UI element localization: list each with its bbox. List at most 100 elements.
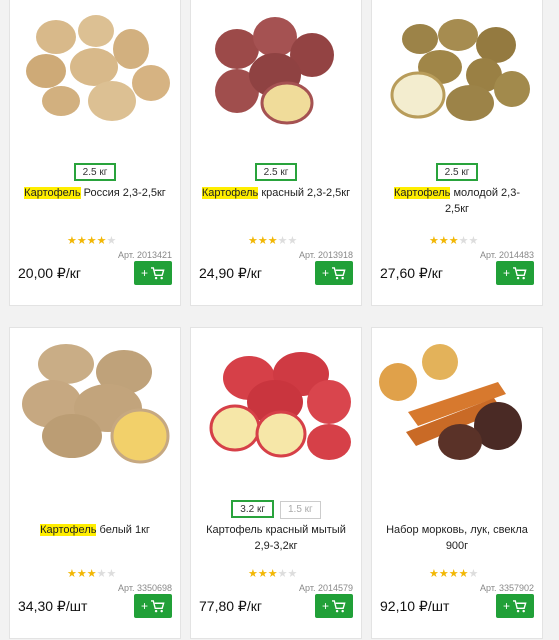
weight-option[interactable]: 1.5 кг: [280, 501, 321, 519]
product-price: 24,90 ₽/кг: [199, 265, 262, 281]
product-title-text: Набор морковь, лук, свекла 900г: [386, 524, 528, 552]
star-icon: ★: [267, 235, 278, 247]
cart-icon: [151, 599, 165, 612]
star-icon: ★: [277, 235, 288, 247]
search-highlight: Картофель: [201, 187, 259, 199]
rating-stars: ★★★★★: [429, 234, 478, 247]
product-title[interactable]: Картофель молодой 2,3-2,5кг: [382, 185, 532, 217]
weight-option[interactable]: 3.2 кг: [231, 500, 274, 518]
weight-option[interactable]: 2.5 кг: [73, 163, 117, 181]
add-label: +: [321, 599, 329, 613]
star-icon: ★: [429, 568, 439, 580]
product-title-text: Россия 2,3-2,5кг: [80, 187, 166, 199]
star-icon: ★: [67, 568, 77, 580]
star-icon: ★: [448, 235, 459, 247]
add-to-cart-button[interactable]: +: [134, 594, 172, 618]
product-price: 77,80 ₽/кг: [199, 598, 262, 614]
add-to-cart-button[interactable]: +: [315, 261, 353, 285]
star-icon: ★: [438, 568, 449, 580]
rating-stars: ★★★★★: [67, 567, 116, 580]
product-title[interactable]: Картофель белый 1кг: [20, 522, 170, 538]
product-sku: Арт. 3350698: [118, 583, 172, 593]
weight-options: 2.5 кг: [372, 163, 542, 181]
product-image[interactable]: [378, 342, 536, 464]
search-highlight: Картофель: [24, 187, 81, 199]
search-highlight: Картофель: [40, 524, 97, 536]
product-title[interactable]: Набор морковь, лук, свекла 900г: [382, 522, 532, 554]
star-icon: ★: [458, 568, 469, 580]
star-icon: ★: [257, 235, 268, 247]
product-sku: Арт. 3357902: [480, 583, 534, 593]
product-sku: Арт. 2013918: [299, 250, 353, 260]
weight-options: 3.2 кг 1.5 кг: [191, 500, 361, 519]
star-icon: ★: [106, 568, 117, 580]
star-icon: ★: [86, 568, 97, 580]
star-icon: ★: [468, 568, 479, 580]
weight-options: 2.5 кг: [10, 163, 180, 181]
product-card: Картофель белый 1кг ★★★★★ Арт. 3350698 3…: [9, 327, 181, 639]
cart-icon: [332, 266, 346, 279]
star-icon: ★: [67, 235, 77, 247]
product-title-text: молодой 2,3-2,5кг: [444, 187, 520, 215]
add-label: +: [502, 266, 510, 280]
rating-stars: ★★★★★: [429, 567, 478, 580]
cart-icon: [513, 266, 527, 279]
star-icon: ★: [458, 235, 469, 247]
add-label: +: [321, 266, 329, 280]
product-image[interactable]: [378, 9, 536, 131]
product-title-text: красный 2,3-2,5кг: [258, 187, 351, 199]
product-card: 2.5 кг Картофель молодой 2,3-2,5кг ★★★★★…: [371, 0, 543, 306]
product-price: 34,30 ₽/шт: [18, 598, 88, 614]
product-title-text: Картофель красный мытый 2,9-3,2кг: [206, 524, 346, 552]
weight-option[interactable]: 2.5 кг: [254, 163, 298, 181]
product-card: Набор морковь, лук, свекла 900г ★★★★★ Ар…: [371, 327, 543, 639]
product-card: 2.5 кг Картофель Россия 2,3-2,5кг ★★★★★ …: [9, 0, 181, 306]
add-to-cart-button[interactable]: +: [134, 261, 172, 285]
product-sku: Арт. 2014579: [299, 583, 353, 593]
product-sku: Арт. 2014483: [480, 250, 534, 260]
add-to-cart-button[interactable]: +: [496, 594, 534, 618]
product-price: 20,00 ₽/кг: [18, 265, 81, 281]
add-to-cart-button[interactable]: +: [496, 261, 534, 285]
star-icon: ★: [438, 235, 449, 247]
cart-icon: [513, 599, 527, 612]
star-icon: ★: [96, 568, 107, 580]
product-card: 3.2 кг 1.5 кг Картофель красный мытый 2,9…: [190, 327, 362, 639]
search-highlight: Картофель: [394, 187, 451, 199]
star-icon: ★: [257, 568, 268, 580]
product-title[interactable]: Картофель Россия 2,3-2,5кг: [20, 185, 170, 201]
star-icon: ★: [76, 568, 87, 580]
product-image[interactable]: [16, 9, 174, 131]
star-icon: ★: [106, 235, 117, 247]
add-to-cart-button[interactable]: +: [315, 594, 353, 618]
add-label: +: [140, 599, 148, 613]
weight-options: 2.5 кг: [191, 163, 361, 181]
cart-icon: [332, 599, 346, 612]
product-price: 92,10 ₽/шт: [380, 598, 450, 614]
star-icon: ★: [277, 568, 288, 580]
rating-stars: ★★★★★: [248, 567, 297, 580]
star-icon: ★: [248, 568, 258, 580]
add-label: +: [502, 599, 510, 613]
star-icon: ★: [86, 235, 97, 247]
star-icon: ★: [76, 235, 87, 247]
product-sku: Арт. 2013421: [118, 250, 172, 260]
weight-option[interactable]: 2.5 кг: [435, 163, 479, 181]
cart-icon: [151, 266, 165, 279]
rating-stars: ★★★★★: [67, 234, 116, 247]
star-icon: ★: [248, 235, 258, 247]
rating-stars: ★★★★★: [248, 234, 297, 247]
product-card: 2.5 кг Картофель красный 2,3-2,5кг ★★★★★…: [190, 0, 362, 306]
product-title[interactable]: Картофель красный мытый 2,9-3,2кг: [201, 522, 351, 554]
product-title-text: белый 1кг: [96, 524, 150, 536]
add-label: +: [140, 266, 148, 280]
star-icon: ★: [287, 235, 298, 247]
star-icon: ★: [96, 235, 107, 247]
star-icon: ★: [448, 568, 459, 580]
product-title[interactable]: Картофель красный 2,3-2,5кг: [201, 185, 351, 201]
product-image[interactable]: [197, 342, 355, 464]
product-grid: 2.5 кг Картофель Россия 2,3-2,5кг ★★★★★ …: [0, 0, 559, 640]
product-image[interactable]: [197, 9, 355, 131]
product-image[interactable]: [16, 342, 174, 464]
star-icon: ★: [287, 568, 298, 580]
